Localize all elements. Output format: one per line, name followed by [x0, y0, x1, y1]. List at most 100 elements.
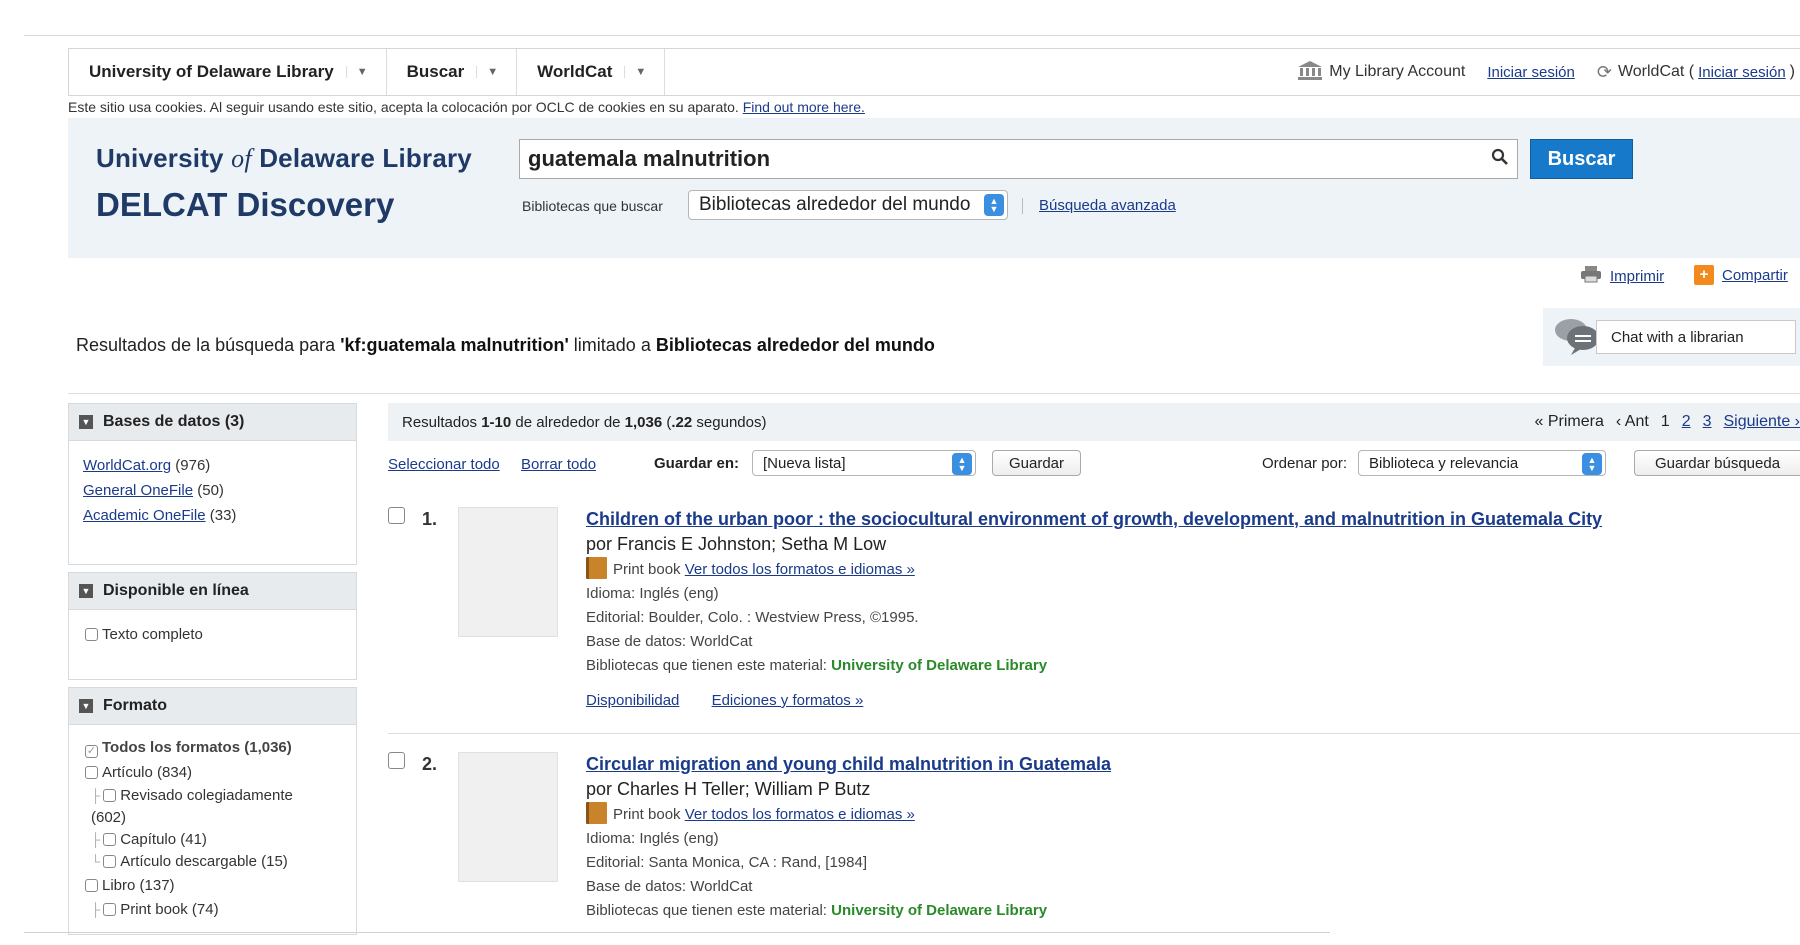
checkbox[interactable] — [103, 789, 117, 802]
save-button[interactable]: Guardar — [992, 450, 1081, 476]
prev-page-button[interactable]: ‹ Ant — [1616, 413, 1649, 431]
text: 1,036 — [624, 413, 663, 431]
checkbox[interactable] — [103, 903, 117, 916]
logo-text: University — [96, 143, 232, 173]
facet-item[interactable]: ├ Revisado colegiadamente (602) — [85, 785, 340, 829]
result-checkbox[interactable] — [388, 507, 405, 524]
book-icon — [586, 557, 607, 579]
print-action[interactable]: Imprimir — [1580, 265, 1664, 287]
availability-link[interactable]: Disponibilidad — [586, 692, 679, 709]
save-list-select[interactable]: [Nueva lista] ▲ ▼ — [752, 450, 976, 476]
cover-thumbnail[interactable] — [458, 752, 558, 882]
holdings-label: Bibliotecas que tienen este material: — [586, 902, 832, 919]
divider — [1022, 198, 1023, 214]
search-button[interactable]: Buscar — [1530, 139, 1633, 179]
nav-worldcat-menu[interactable]: WorldCat ▼ — [517, 49, 646, 95]
sign-in-link[interactable]: Iniciar sesión — [1487, 64, 1575, 81]
chevron-down-icon[interactable]: ▼ — [476, 66, 498, 78]
facet-item[interactable]: ✓ Todos los formatos (1,036) — [85, 735, 340, 760]
account-links: My Library Account Iniciar sesión ⟳ Worl… — [1297, 60, 1800, 85]
worldcat-label: WorldCat ( — [1617, 63, 1695, 80]
result-holdings: Bibliotecas que tienen este material: Un… — [586, 654, 1786, 678]
result-title-link[interactable]: Children of the urban poor : the sociocu… — [586, 507, 1786, 531]
chevron-down-icon[interactable]: ▼ — [345, 66, 368, 78]
worldcat-logo-icon: ⟳ — [1596, 61, 1612, 82]
result-checkbox[interactable] — [388, 752, 405, 769]
advanced-search-link[interactable]: Búsqueda avanzada — [1039, 197, 1176, 214]
facet-item[interactable]: └ Artículo descargable (15) — [85, 851, 340, 873]
facet-item[interactable]: Artículo (834) — [85, 760, 340, 785]
holdings-label: Bibliotecas que tienen este material: — [586, 657, 832, 674]
collapse-icon[interactable]: ▼ — [79, 584, 93, 598]
result-item: 1. Children of the urban poor : the soci… — [388, 507, 1800, 734]
result-publisher: Editorial: Boulder, Colo. : Westview Pre… — [586, 609, 919, 626]
text: Resultados — [402, 413, 482, 431]
checkbox[interactable] — [85, 628, 98, 641]
checkbox[interactable] — [103, 855, 117, 868]
checkbox[interactable] — [85, 766, 98, 779]
select-arrows-icon: ▲ ▼ — [1582, 453, 1602, 475]
facet-item[interactable]: Texto completo — [85, 622, 340, 647]
clear-all-link[interactable]: Borrar todo — [521, 456, 596, 473]
share-link[interactable]: Compartir — [1722, 267, 1788, 284]
facet-online-header[interactable]: ▼ Disponible en línea — [68, 572, 357, 610]
select-value: Biblioteca y relevancia — [1369, 454, 1519, 472]
nav-library-menu[interactable]: University of Delaware Library ▼ — [69, 49, 368, 95]
search-input[interactable] — [520, 139, 1483, 179]
facet-count: (50) — [197, 482, 224, 499]
result-language: Idioma: Inglés (eng) — [586, 830, 719, 847]
nav-library-label: University of Delaware Library — [89, 62, 334, 81]
select-all-link[interactable]: Seleccionar todo — [388, 456, 500, 473]
facet-link[interactable]: WorldCat.org — [83, 457, 171, 474]
chevron-down-icon[interactable]: ▼ — [624, 66, 646, 78]
all-formats-link[interactable]: Ver todos los formatos e idiomas » — [685, 561, 915, 578]
facet-item[interactable]: ├ Capítulo (41) — [85, 829, 340, 851]
nav-divider — [664, 49, 666, 95]
libraries-select[interactable]: Bibliotecas alrededor del mundo ▲ ▼ — [688, 190, 1008, 220]
facet-count: (976) — [175, 457, 211, 474]
result-database: Base de datos: WorldCat — [586, 633, 753, 650]
page-2-link[interactable]: 2 — [1682, 413, 1691, 431]
facet-link[interactable]: General OneFile — [83, 482, 193, 499]
facet-item[interactable]: ├ Print book (74) — [85, 898, 340, 922]
checkbox[interactable] — [103, 833, 117, 846]
facet-label: Artículo descargable (15) — [120, 853, 288, 870]
facet-link[interactable]: Academic OneFile — [83, 507, 206, 524]
facet-databases-list: WorldCat.org (976) General OneFile (50) … — [68, 441, 357, 565]
page-3-link[interactable]: 3 — [1703, 413, 1712, 431]
search-field[interactable] — [519, 139, 1518, 179]
next-page-link[interactable]: Siguiente › — [1724, 413, 1800, 431]
sort-select[interactable]: Biblioteca y relevancia ▲ ▼ — [1358, 450, 1606, 476]
cookie-more-link[interactable]: Find out more here. — [743, 99, 865, 115]
facet-count: (602) — [91, 809, 127, 826]
collapse-icon[interactable]: ▼ — [79, 415, 93, 429]
summary-text: Resultados de la búsqueda para — [76, 335, 341, 355]
search-icon[interactable] — [1483, 148, 1517, 171]
facet-format-header[interactable]: ▼ Formato — [68, 687, 357, 725]
print-link[interactable]: Imprimir — [1610, 268, 1664, 285]
library-logo[interactable]: University of Delaware Library — [96, 143, 472, 174]
nav-search-menu[interactable]: Buscar ▼ — [387, 49, 499, 95]
result-number: 2. — [422, 754, 438, 774]
save-search-button[interactable]: Guardar búsqueda — [1634, 450, 1800, 476]
checkbox[interactable] — [85, 879, 98, 892]
result-database: Base de datos: WorldCat — [586, 878, 753, 895]
collapse-icon[interactable]: ▼ — [79, 699, 93, 713]
text: 1-10 — [481, 413, 512, 431]
cover-thumbnail[interactable] — [458, 507, 558, 637]
format-label: Print book — [613, 806, 681, 823]
worldcat-suffix: ) — [1789, 63, 1795, 80]
all-formats-link[interactable]: Ver todos los formatos e idiomas » — [685, 806, 915, 823]
share-action[interactable]: + Compartir — [1694, 265, 1788, 285]
chat-with-librarian-button[interactable]: Chat with a librarian — [1596, 320, 1796, 354]
top-divider — [24, 35, 1800, 36]
facet-title: Bases de datos (3) — [103, 413, 245, 430]
facet-databases-header[interactable]: ▼ Bases de datos (3) — [68, 403, 357, 441]
first-page-button[interactable]: « Primera — [1535, 413, 1604, 431]
facet-item[interactable]: Libro (137) — [85, 873, 340, 898]
checkbox-checked[interactable]: ✓ — [85, 745, 98, 758]
editions-link[interactable]: Ediciones y formatos » — [712, 692, 864, 709]
worldcat-sign-in-link[interactable]: Iniciar sesión — [1698, 64, 1786, 81]
result-title-link[interactable]: Circular migration and young child malnu… — [586, 752, 1786, 776]
results-count: Resultados 1-10 de alrededor de 1,036 (.… — [402, 414, 766, 431]
